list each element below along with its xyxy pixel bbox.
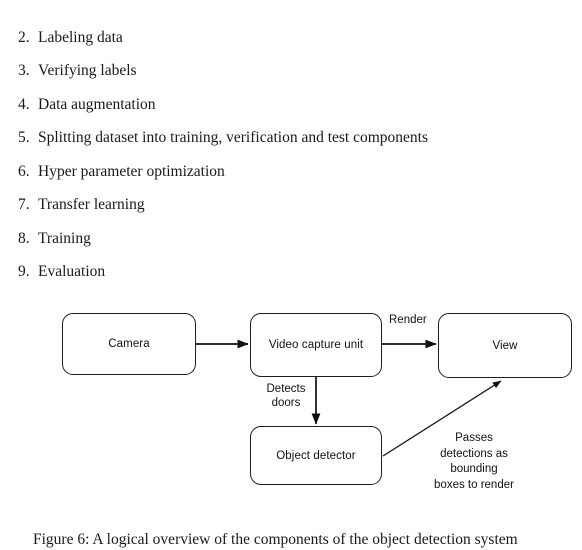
node-view-label: View: [492, 339, 518, 352]
node-video-capture-unit-label: Video capture unit: [268, 339, 364, 351]
node-camera-label: Camera: [108, 338, 150, 350]
edge-label-render: Render: [389, 314, 427, 326]
node-view[interactable]: View: [438, 313, 572, 378]
node-object-detector-label: Object detector: [276, 449, 356, 462]
node-video-capture-unit[interactable]: Video capture unit: [250, 313, 382, 377]
node-object-detector[interactable]: Object detector: [250, 426, 382, 485]
figure-diagram: Camera Video capture unit View Object de…: [0, 0, 582, 547]
edge-label-detects-doors: Detects doors: [266, 383, 306, 409]
node-camera[interactable]: Camera: [62, 313, 196, 375]
figure-caption: Figure 6: A logical overview of the comp…: [33, 531, 518, 548]
edge-label-passes-detections: Passes detections as bounding boxes to r…: [434, 432, 514, 491]
